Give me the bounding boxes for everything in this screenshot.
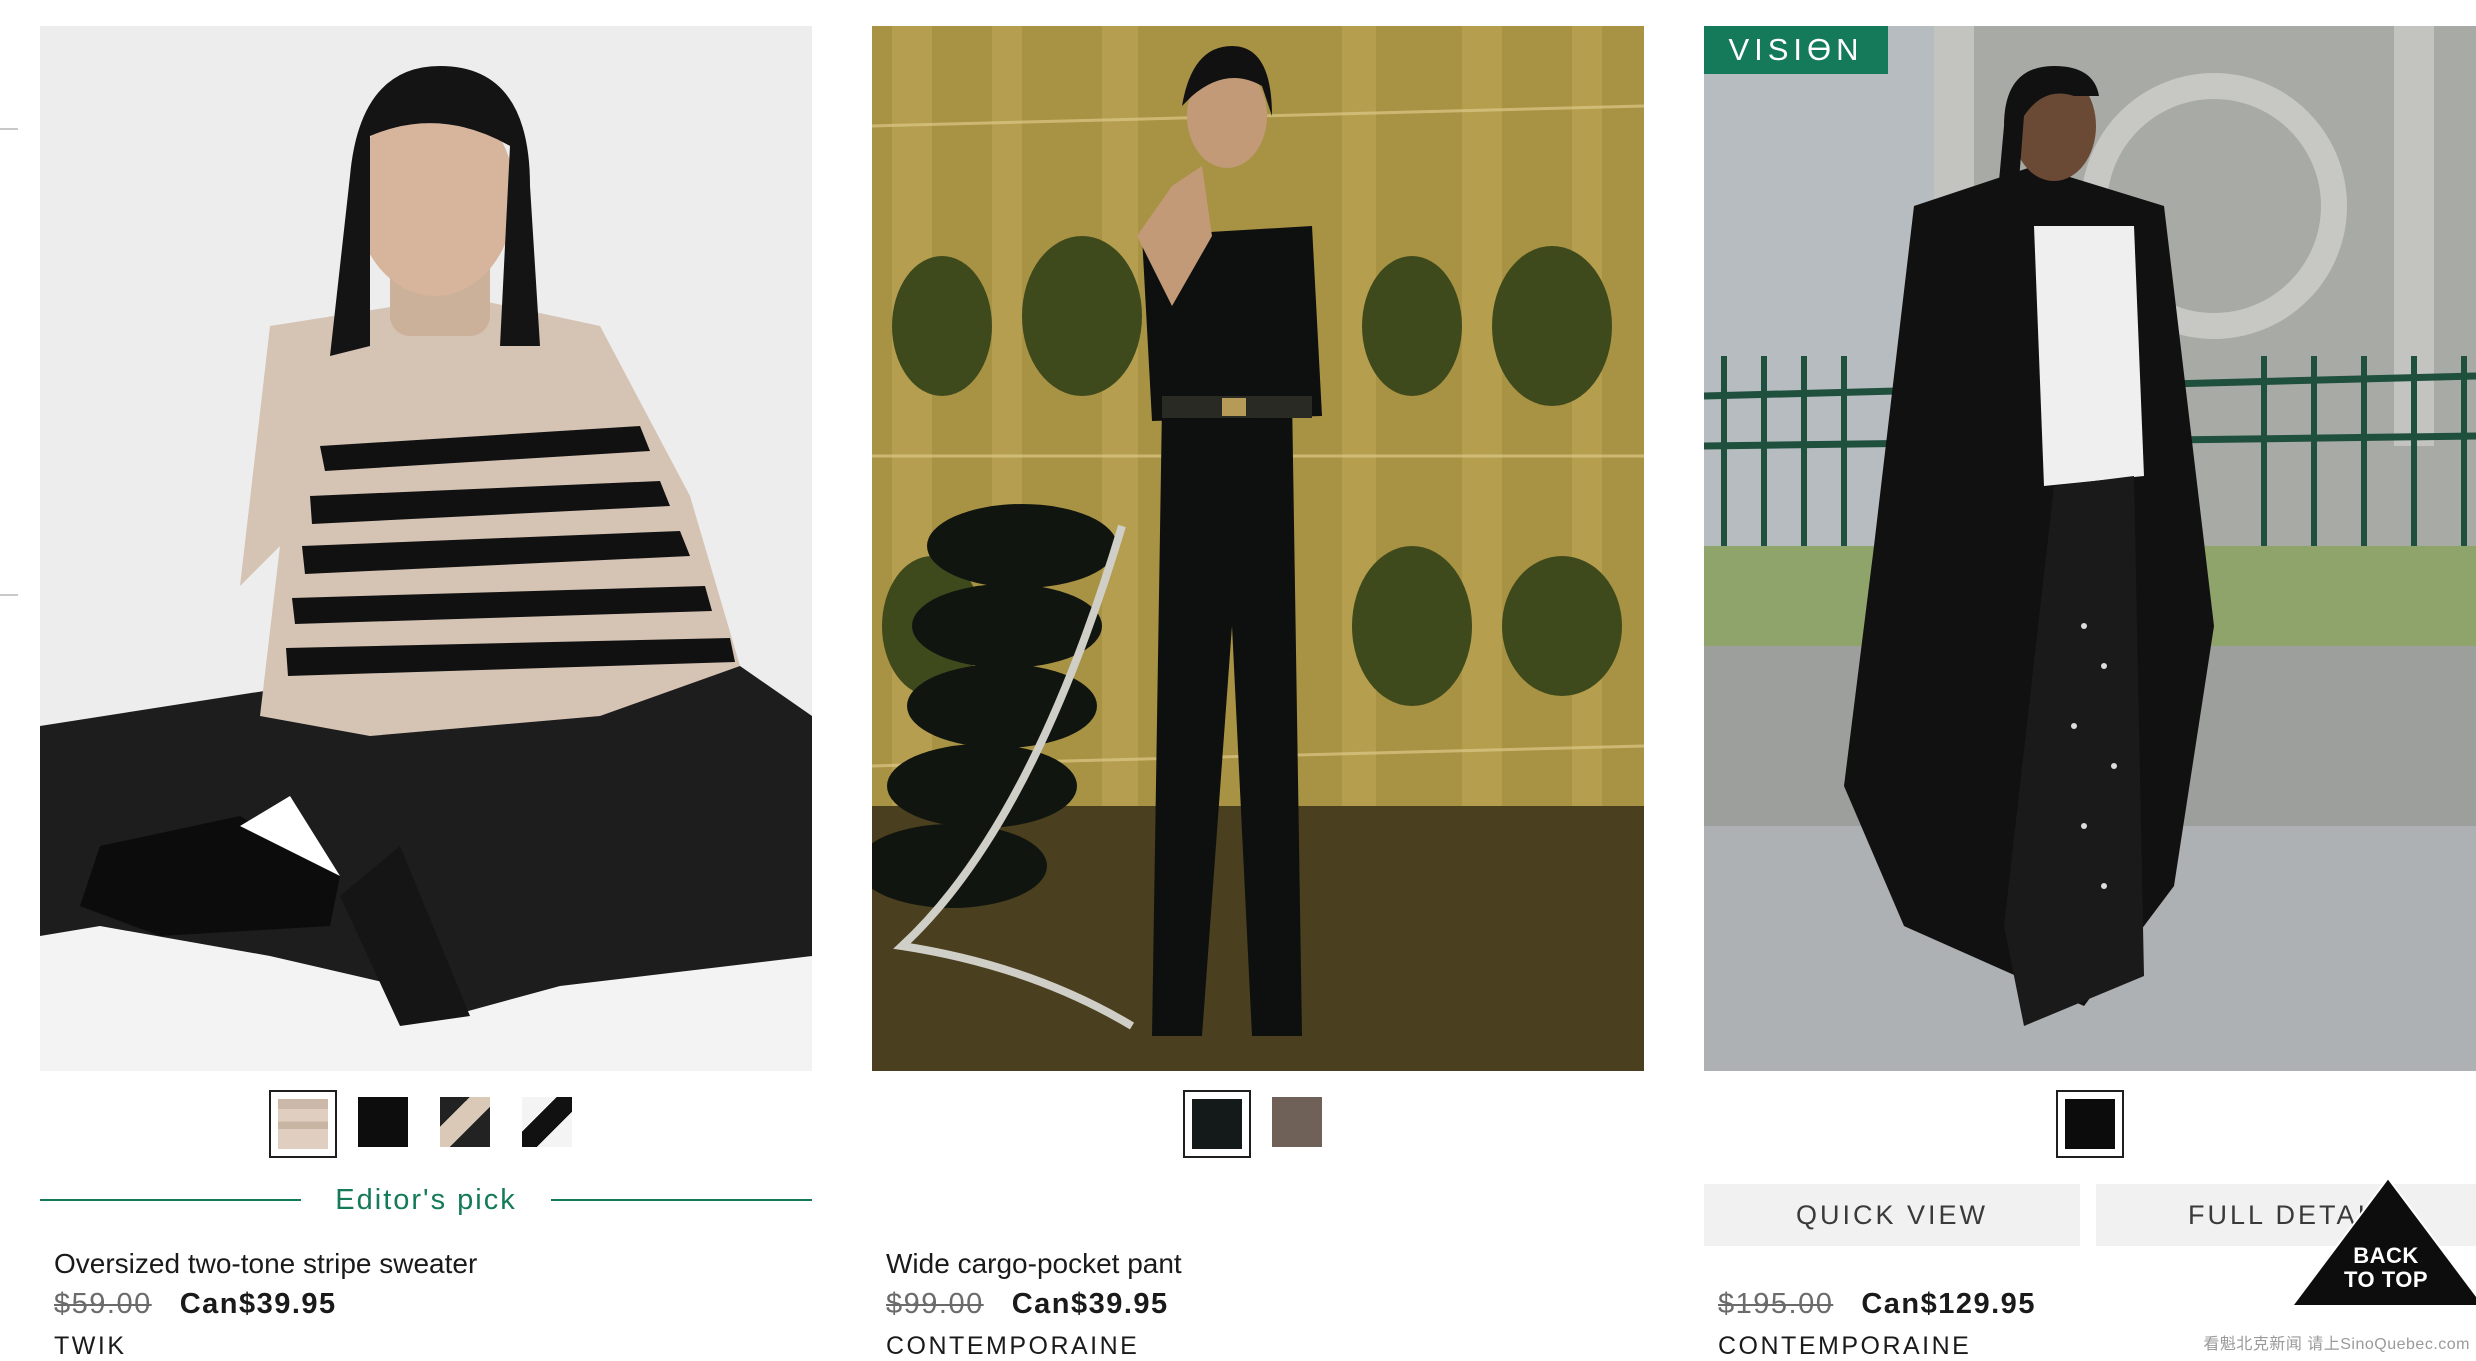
color-swatch[interactable] xyxy=(269,1090,337,1158)
editors-pick-label: Editor's pick xyxy=(335,1183,517,1216)
color-swatches xyxy=(1704,1087,2476,1161)
brand-name: CONTEMPORAINE xyxy=(886,1332,1140,1360)
color-swatch[interactable] xyxy=(1183,1090,1251,1158)
back-to-top-line2: TO TOP xyxy=(2343,1267,2429,1292)
editors-pick-banner: Editor's pick xyxy=(40,1180,813,1220)
price-block: $99.00 Can$39.95 xyxy=(886,1288,1169,1321)
color-swatch[interactable] xyxy=(515,1090,583,1158)
product-image[interactable] xyxy=(872,26,1644,1071)
original-price: $99.00 xyxy=(886,1288,984,1320)
color-chip xyxy=(278,1099,328,1149)
sale-price: Can$39.95 xyxy=(179,1288,337,1320)
product-image[interactable]: VISIϴN xyxy=(1704,26,2476,1071)
product-card-trench-coat: VISIϴN QUICK VIEW FULL DETAILS $195.00 C… xyxy=(1704,26,2476,1360)
color-chip xyxy=(522,1097,572,1147)
color-chip xyxy=(1192,1099,1242,1149)
product-photo-illustration xyxy=(872,26,1644,1071)
divider-line xyxy=(550,1199,813,1201)
divider-line xyxy=(40,1199,302,1201)
sale-price: Can$129.95 xyxy=(1861,1288,2036,1320)
product-image[interactable] xyxy=(40,26,812,1071)
color-chip xyxy=(358,1097,408,1147)
price-block: $59.00 Can$39.95 xyxy=(54,1288,337,1321)
color-chip xyxy=(440,1097,490,1147)
back-to-top-label: BACK TO TOP xyxy=(2290,1244,2476,1292)
color-swatch[interactable] xyxy=(1265,1090,1333,1158)
brand-name: TWIK xyxy=(54,1332,127,1360)
product-name[interactable]: Oversized two-tone stripe sweater xyxy=(54,1248,477,1280)
edge-divider xyxy=(0,594,18,596)
quick-view-button[interactable]: QUICK VIEW xyxy=(1704,1184,2080,1246)
sale-price: Can$39.95 xyxy=(1011,1288,1169,1320)
color-swatch[interactable] xyxy=(351,1090,419,1158)
color-chip xyxy=(1272,1097,1322,1147)
original-price: $59.00 xyxy=(54,1288,152,1320)
product-photo-illustration xyxy=(40,26,812,1071)
vision-badge: VISIϴN xyxy=(1704,26,1888,74)
product-photo-illustration xyxy=(1704,26,2476,1071)
product-card-stripe-sweater: Editor's pick Oversized two-tone stripe … xyxy=(40,26,813,1360)
color-swatch[interactable] xyxy=(433,1090,501,1158)
color-swatch[interactable] xyxy=(2056,1090,2124,1158)
watermark: 看魁北克新闻 请上SinoQuebec.com xyxy=(2203,1336,2470,1353)
color-swatches xyxy=(872,1087,1644,1161)
product-card-cargo-pant: Wide cargo-pocket pant $99.00 Can$39.95 … xyxy=(872,26,1644,1360)
back-to-top-line1: BACK xyxy=(2353,1243,2419,1268)
brand-name: CONTEMPORAINE xyxy=(1718,1332,1972,1360)
original-price: $195.00 xyxy=(1718,1288,1834,1320)
product-name[interactable]: Wide cargo-pocket pant xyxy=(886,1248,1182,1280)
color-swatches xyxy=(40,1087,812,1161)
color-chip xyxy=(2065,1099,2115,1149)
edge-divider xyxy=(0,128,18,130)
price-block: $195.00 Can$129.95 xyxy=(1718,1288,2036,1321)
